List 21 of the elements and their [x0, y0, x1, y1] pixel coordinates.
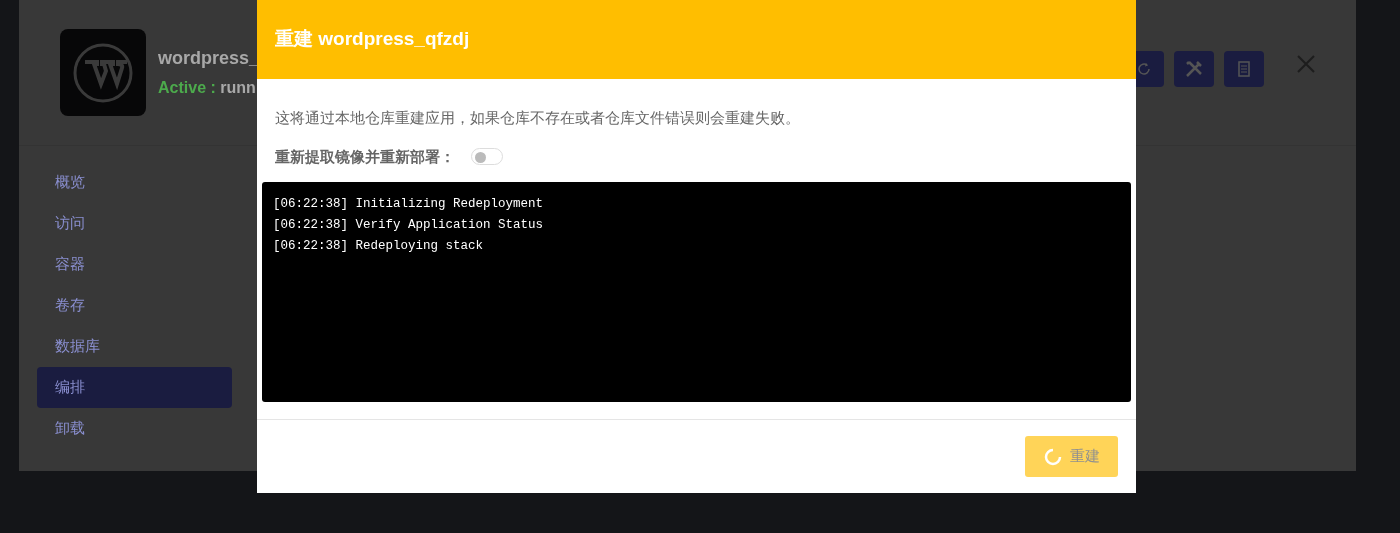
toggle-label: 重新提取镜像并重新部署： [275, 146, 455, 167]
log-line: [06:22:38] Initializing Redeployment [273, 196, 545, 213]
status-value: runn [220, 79, 256, 96]
document-icon [1238, 61, 1250, 77]
sidebar-item[interactable]: 访问 [37, 203, 232, 244]
sidebar-item[interactable]: 概览 [37, 162, 232, 203]
toggle-switch[interactable] [471, 148, 503, 166]
log-line: [06:22:38] Redeploying stack [273, 238, 485, 255]
refresh-icon [1137, 62, 1151, 76]
sidebar-item[interactable]: 卷存 [37, 285, 232, 326]
log-line: [06:22:38] Verify Application Status [273, 217, 545, 234]
tools-icon [1185, 60, 1203, 78]
app-title: wordpress_ [158, 47, 260, 70]
status-label: Active : [158, 79, 216, 96]
spinner-icon [1043, 447, 1062, 466]
sidebar-item[interactable]: 数据库 [37, 326, 232, 367]
dialog-title: 重建 wordpress_qfzdj [275, 28, 470, 51]
sidebar-item[interactable]: 卸载 [37, 408, 232, 449]
sidebar-item[interactable]: 容器 [37, 244, 232, 285]
sidebar-item[interactable]: 编排 [37, 367, 232, 408]
description-text: 这将通过本地仓库重建应用，如果仓库不存在或者仓库文件错误则会重建失败。 [275, 108, 801, 128]
